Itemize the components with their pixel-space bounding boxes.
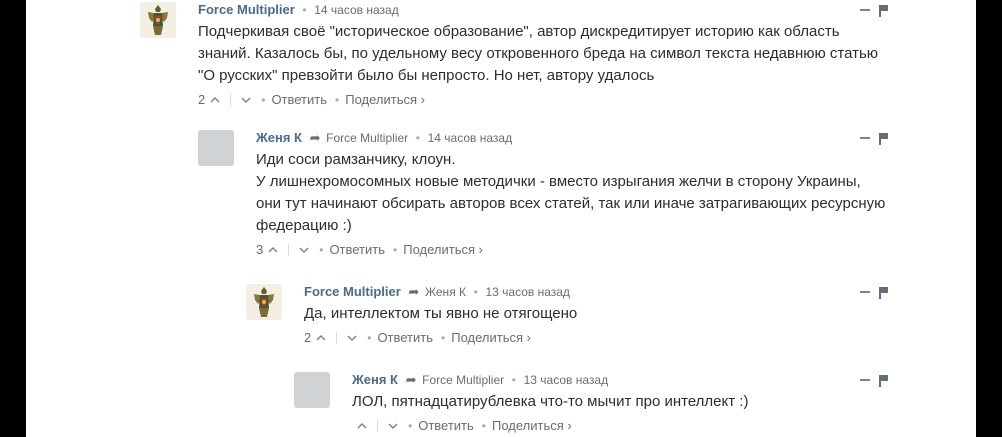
comment-text: Да, интеллектом ты явно не отягощено xyxy=(304,303,888,325)
share-button[interactable]: Поделиться › xyxy=(492,416,572,436)
comment-text: Иди соси рамзанчику, клоун. У лишнехромо… xyxy=(256,149,888,237)
collapse-icon[interactable] xyxy=(860,291,870,293)
flag-icon[interactable] xyxy=(878,133,888,145)
meta-separator: • xyxy=(511,373,516,387)
upvote-button[interactable]: 2 xyxy=(198,90,222,110)
figure-avatar-icon xyxy=(140,2,176,38)
comment-line: Да, интеллектом ты явно не отягощено xyxy=(304,305,578,322)
avatar[interactable] xyxy=(140,2,176,38)
comment-timestamp[interactable]: 13 часов назад xyxy=(524,373,608,387)
comment-footer: 2 • Ответить • Поделиться › xyxy=(198,90,888,110)
flag-icon[interactable] xyxy=(878,375,888,387)
comment-line: Подчеркивая своё "историческое образован… xyxy=(198,23,879,84)
vote-count: 2 xyxy=(304,330,312,345)
flag-icon[interactable] xyxy=(878,5,888,17)
comment-footer: • Ответить • Поделиться › xyxy=(352,416,888,436)
comment-author[interactable]: Force Multiplier xyxy=(198,2,295,17)
comment-line: Иди соси рамзанчику, клоун. xyxy=(256,151,456,168)
comment-timestamp[interactable]: 14 часов назад xyxy=(314,3,398,17)
parent-author[interactable]: Force Multiplier xyxy=(422,373,504,387)
upvote-button[interactable]: 3 xyxy=(256,240,280,260)
reply-arrow-icon: ➦ xyxy=(405,372,417,387)
figure-avatar-icon xyxy=(246,284,282,320)
chevron-up-icon xyxy=(208,93,222,107)
avatar[interactable] xyxy=(294,372,330,408)
reply-button[interactable]: Ответить xyxy=(377,328,433,348)
share-button[interactable]: Поделиться › xyxy=(345,90,425,110)
footer-separator: • xyxy=(367,331,372,345)
parent-author[interactable]: Force Multiplier xyxy=(326,131,408,145)
footer-separator: • xyxy=(441,331,446,345)
vote-count: 2 xyxy=(198,92,206,107)
footer-separator: • xyxy=(393,243,398,257)
vote-divider xyxy=(288,244,290,256)
chevron-down-icon[interactable] xyxy=(239,93,253,107)
footer-separator: • xyxy=(481,419,486,433)
footer-separator: • xyxy=(261,93,266,107)
chevron-up-icon xyxy=(314,331,328,345)
comment-line: У лишнехромосомных новые методички - вме… xyxy=(256,173,886,234)
default-avatar-icon xyxy=(294,372,330,408)
comment-footer: 3 • Ответить • Поделиться › xyxy=(256,240,888,260)
meta-separator: • xyxy=(473,285,478,299)
vote-divider xyxy=(336,332,338,344)
avatar[interactable] xyxy=(198,130,234,166)
chevron-up-icon xyxy=(355,419,369,433)
collapse-icon[interactable] xyxy=(860,379,870,381)
comment-author[interactable]: Женя К xyxy=(352,372,398,387)
collapse-icon[interactable] xyxy=(860,9,870,11)
share-button[interactable]: Поделиться › xyxy=(451,328,531,348)
share-button[interactable]: Поделиться › xyxy=(403,240,483,260)
comment-text: Подчеркивая своё "историческое образован… xyxy=(198,21,888,87)
right-black-border xyxy=(976,0,1002,437)
meta-separator: • xyxy=(302,3,307,17)
left-black-border xyxy=(0,0,26,437)
chevron-down-icon[interactable] xyxy=(345,331,359,345)
chevron-down-icon[interactable] xyxy=(386,419,400,433)
reply-button[interactable]: Ответить xyxy=(418,416,474,436)
reply-arrow-icon: ➦ xyxy=(408,284,420,299)
reply-arrow-icon: ➦ xyxy=(309,130,321,145)
comment-timestamp[interactable]: 14 часов назад xyxy=(428,131,512,145)
reply-button[interactable]: Ответить xyxy=(271,90,327,110)
vote-divider xyxy=(230,94,232,106)
default-avatar-icon xyxy=(198,130,234,166)
parent-author[interactable]: Женя К xyxy=(425,285,466,299)
vote-divider xyxy=(377,420,378,432)
comment-author[interactable]: Force Multiplier xyxy=(304,284,401,299)
comment-text: ЛОЛ, пятнадцатирублевка что-то мычит про… xyxy=(352,391,888,413)
comment-footer: 2 • Ответить • Поделиться › xyxy=(304,328,888,348)
flag-icon[interactable] xyxy=(878,287,888,299)
footer-separator: • xyxy=(408,419,413,433)
reply-button[interactable]: Ответить xyxy=(329,240,385,260)
footer-separator: • xyxy=(319,243,324,257)
meta-separator: • xyxy=(415,131,420,145)
comment-timestamp[interactable]: 13 часов назад xyxy=(485,285,569,299)
collapse-icon[interactable] xyxy=(860,137,870,139)
avatar[interactable] xyxy=(246,284,282,320)
chevron-up-icon xyxy=(266,243,280,257)
chevron-down-icon[interactable] xyxy=(297,243,311,257)
vote-count: 3 xyxy=(256,242,264,257)
comment-author[interactable]: Женя К xyxy=(256,130,302,145)
footer-separator: • xyxy=(335,93,340,107)
upvote-button[interactable]: 2 xyxy=(304,328,328,348)
upvote-button[interactable] xyxy=(352,419,369,433)
comment-line: ЛОЛ, пятнадцатирублевка что-то мычит про… xyxy=(352,393,749,410)
